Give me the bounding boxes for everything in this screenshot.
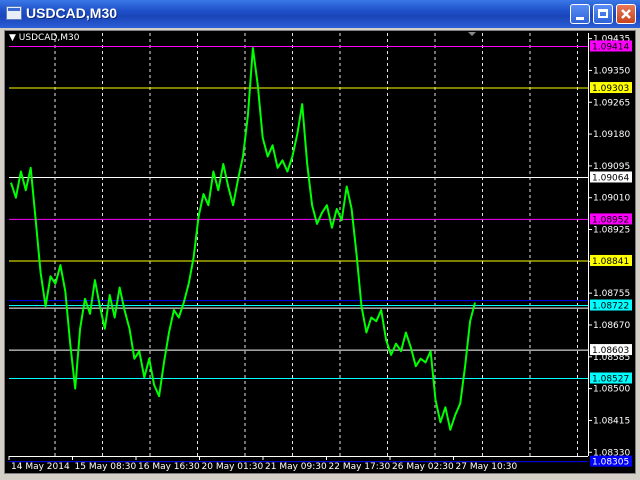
minimize-icon [576,17,584,20]
close-icon [621,9,631,19]
time-axis-tick-label: 22 May 17:30 [329,462,391,472]
time-axis-tick-label: 26 May 02:30 [392,462,454,472]
time-axis-tick-label: 14 May 2014 [11,462,70,472]
price-axis-tick-label: 1.08500 [593,385,630,395]
time-axis-tick-label: 16 May 16:30 [138,462,200,472]
level-price-tag-label: 1.09414 [592,42,629,52]
price-axis-tick-label: 1.08925 [593,226,630,236]
chart-background [5,31,635,473]
time-axis-tick-label: 27 May 10:30 [456,462,518,472]
level-price-tag-label: 1.08952 [592,215,629,225]
price-axis-tick-label: 1.09350 [593,66,630,76]
price-chart[interactable]: 1.094351.093501.092651.091801.090951.090… [5,31,635,473]
level-price-tag-label: 1.08305 [592,458,629,468]
price-axis-tick-label: 1.08415 [593,416,630,426]
level-price-tag-label: 1.08527 [592,375,629,385]
price-axis-tick-label: 1.09095 [593,162,630,172]
price-axis-tick-label: 1.09010 [593,194,630,204]
maximize-button[interactable] [593,4,613,24]
minimize-button[interactable] [570,4,590,24]
chart-window-icon [6,6,22,20]
maximize-icon [598,9,608,18]
price-axis-tick-label: 1.09180 [593,130,630,140]
price-axis-tick-label: 1.08755 [593,289,630,299]
window-title: USDCAD,M30 [26,5,118,21]
symbol-timeframe-label[interactable]: ▼ USDCAD,M30 [9,33,79,43]
price-axis-tick-label: 1.09265 [593,98,630,108]
time-axis-tick-label: 20 May 01:30 [202,462,264,472]
chart-shift-marker[interactable] [468,32,476,36]
level-price-tag-label: 1.08722 [592,302,629,312]
close-button[interactable] [616,4,636,24]
chart-area[interactable]: 1.09435 1.09350 1.09265 1.09180 1.09095 1.090… [4,30,636,474]
time-axis-tick-label: 21 May 09:30 [265,462,327,472]
chart-window: USDCAD,M30 1.09435 1.09350 1.09265 1.09180 1… [0,0,640,480]
level-price-tag-label: 1.08841 [592,257,629,267]
time-axis-tick-label: 15 May 08:30 [75,462,137,472]
level-price-tag-label: 1.08603 [592,346,629,356]
symbol-label-text: USDCAD,M30 [18,33,80,43]
level-price-tag-label: 1.09303 [592,84,629,94]
level-price-tag-label: 1.09064 [592,173,629,183]
price-axis-tick-label: 1.08670 [593,321,630,331]
title-bar[interactable]: USDCAD,M30 [0,0,640,28]
